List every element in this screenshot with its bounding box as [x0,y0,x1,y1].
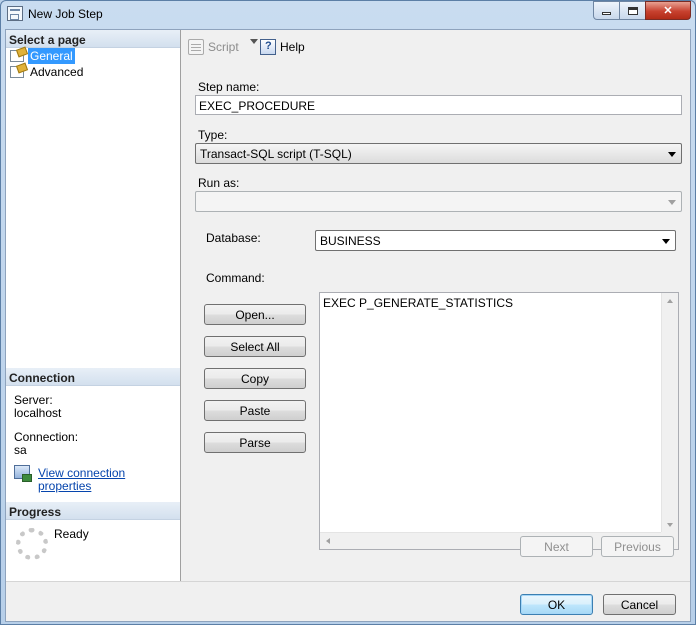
step-name-label: Step name: [198,80,260,94]
connection-properties-icon [14,465,32,482]
progress-header: Progress [6,502,180,520]
page-item-label: Advanced [30,65,84,79]
select-page-header: Select a page [6,30,180,48]
close-icon: ✕ [663,5,673,17]
server-value: localhost [14,406,62,420]
database-select-value: BUSINESS [320,234,381,248]
page-item-advanced[interactable]: Advanced [10,64,85,80]
close-button[interactable]: ✕ [645,1,691,20]
chevron-down-icon [250,39,258,44]
chevron-down-icon [668,200,676,205]
type-label: Type: [198,128,228,142]
page-item-label: General [28,48,75,64]
type-select[interactable]: Transact-SQL script (T-SQL) [195,143,682,164]
script-button[interactable]: Script [188,39,239,55]
script-label: Script [208,40,239,54]
general-page-panel: Step name: EXEC_PROCEDURE Type: Transact… [187,64,687,578]
help-button[interactable]: Help [260,39,305,55]
connection-value: sa [14,443,27,457]
type-select-value: Transact-SQL script (T-SQL) [200,147,352,161]
chevron-down-icon [662,239,670,244]
window-title: New Job Step [28,7,103,21]
view-connection-properties-link[interactable]: View connection properties [38,467,180,493]
chevron-down-icon [668,152,676,157]
script-icon [188,39,204,55]
next-button[interactable]: Next [520,536,593,557]
script-dropdown-button[interactable] [244,39,258,44]
page-advanced-icon [10,66,24,78]
page-general-icon [10,50,24,62]
scroll-down-icon [667,523,673,527]
select-all-button[interactable]: Select All [204,336,306,357]
run-as-select[interactable] [195,191,682,212]
maximize-button[interactable] [619,1,646,20]
dialog-client-area: Select a page General Advanced Connectio… [5,29,691,622]
database-select[interactable]: BUSINESS [315,230,676,251]
paste-button[interactable]: Paste [204,400,306,421]
command-text: EXEC P_GENERATE_STATISTICS [323,296,514,310]
step-name-input[interactable]: EXEC_PROCEDURE [195,95,682,115]
database-label: Database: [206,231,261,245]
scroll-left-icon [326,538,330,544]
copy-button[interactable]: Copy [204,368,306,389]
minimize-icon [602,12,611,15]
page-item-general[interactable]: General [10,48,75,64]
app-icon [7,6,23,21]
progress-spinner-icon [16,528,48,560]
toolbar: Script Help [182,30,692,62]
dialog-footer: OK Cancel [6,581,690,621]
cancel-button[interactable]: Cancel [603,594,676,615]
ok-button[interactable]: OK [520,594,593,615]
maximize-icon [627,6,638,15]
command-textarea[interactable]: EXEC P_GENERATE_STATISTICS [319,292,679,550]
scroll-up-icon [667,299,673,303]
help-label: Help [280,40,305,54]
dialog-window: New Job Step ✕ Select a page General Adv… [0,0,696,625]
help-icon [260,39,276,55]
command-label: Command: [206,271,265,285]
open-button[interactable]: Open... [204,304,306,325]
minimize-button[interactable] [593,1,620,20]
left-pane: Select a page General Advanced Connectio… [6,30,181,581]
title-bar[interactable]: New Job Step ✕ [1,1,695,27]
parse-button[interactable]: Parse [204,432,306,453]
previous-button[interactable]: Previous [601,536,674,557]
run-as-label: Run as: [198,176,240,190]
progress-status: Ready [54,527,89,541]
connection-header: Connection [6,368,180,386]
command-vertical-scrollbar[interactable] [661,293,678,533]
